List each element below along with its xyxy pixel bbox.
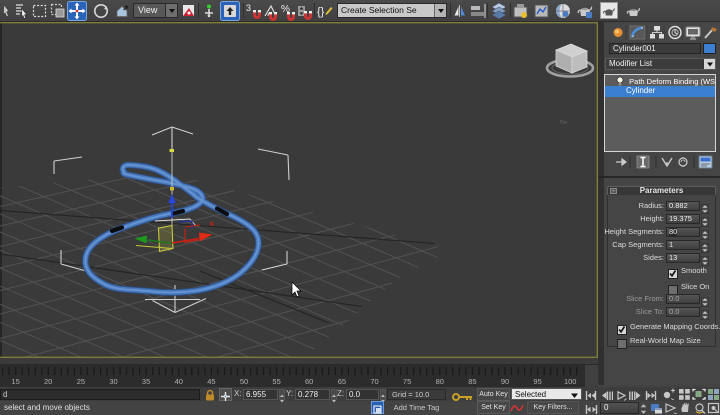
svg-text:100: 100 — [564, 377, 577, 386]
svg-text:15: 15 — [11, 377, 19, 386]
svg-text:50: 50 — [240, 377, 248, 386]
svg-text:20: 20 — [44, 377, 52, 386]
svg-text:65: 65 — [338, 377, 346, 386]
svg-text:70: 70 — [370, 377, 378, 386]
svg-text:80: 80 — [436, 377, 444, 386]
svg-text:55: 55 — [272, 377, 280, 386]
svg-text:3: 3 — [246, 3, 251, 13]
svg-text:95: 95 — [533, 377, 541, 386]
svg-text:60: 60 — [305, 377, 313, 386]
svg-text:35: 35 — [142, 377, 150, 386]
svg-text:25: 25 — [77, 377, 85, 386]
svg-text:45: 45 — [207, 377, 215, 386]
svg-text:30: 30 — [109, 377, 117, 386]
svg-text:75: 75 — [403, 377, 411, 386]
svg-text:40: 40 — [175, 377, 183, 386]
svg-text:85: 85 — [468, 377, 476, 386]
svg-text:{}: {} — [317, 6, 325, 18]
svg-text:90: 90 — [501, 377, 509, 386]
